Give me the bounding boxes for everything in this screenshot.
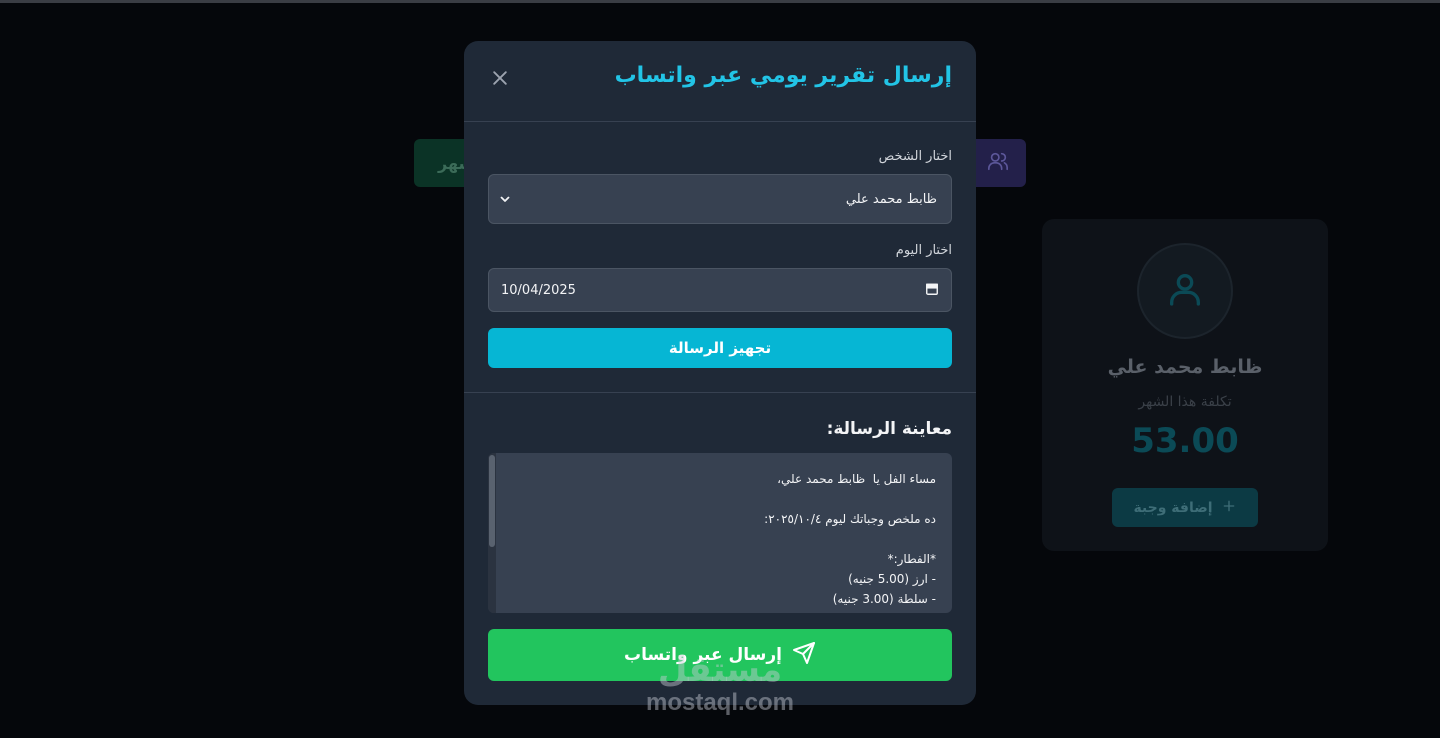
users-icon — [987, 150, 1009, 176]
prepare-message-button[interactable]: تجهيز الرسالة — [488, 328, 952, 368]
close-icon — [490, 68, 510, 92]
close-button[interactable] — [488, 68, 512, 92]
background-add-meal-label: إضافة وجبة — [1133, 499, 1213, 516]
plus-icon — [1221, 498, 1237, 518]
window-top-border — [0, 0, 1440, 3]
preview-line — [516, 489, 936, 509]
preview-scrollbar[interactable] — [488, 453, 496, 613]
preview-line — [516, 529, 936, 549]
section-divider — [464, 392, 976, 393]
background-people-button — [970, 139, 1026, 187]
page: شهر ظابط محمد علي تكلفة هذا الشهر 53.00 — [0, 0, 1440, 738]
person-select-value: ظابط محمد علي — [845, 191, 937, 207]
send-icon — [792, 641, 816, 669]
message-preview[interactable]: مساء الفل يا ظابط محمد علي، ده ملخص وجبا… — [488, 453, 952, 613]
preview-line: - سلطة (3.00 جنيه) — [832, 592, 936, 606]
modal-title: إرسال تقرير يومي عبر واتساب — [614, 63, 952, 88]
send-whatsapp-label: إرسال عبر واتساب — [624, 645, 782, 665]
background-card-amount: 53.00 — [1131, 421, 1239, 461]
background-add-meal-button: إضافة وجبة — [1112, 488, 1258, 527]
avatar — [1137, 243, 1233, 339]
preview-line: مساء الفل يا ظابط محمد علي، — [777, 472, 936, 486]
user-icon — [1165, 269, 1205, 313]
background-person-card: ظابط محمد علي تكلفة هذا الشهر 53.00 إضاف… — [1042, 219, 1328, 551]
background-card-subtitle: تكلفة هذا الشهر — [1138, 394, 1232, 410]
preview-scrollbar-thumb[interactable] — [489, 455, 495, 547]
person-select[interactable]: ظابط محمد علي — [488, 174, 952, 224]
calendar-icon[interactable] — [925, 281, 939, 300]
preview-line: ده ملخص وجباتك ليوم ٢٠٢٥/١٠/٤: — [764, 512, 936, 526]
chevron-down-icon — [499, 190, 511, 209]
send-whatsapp-button[interactable]: إرسال عبر واتساب — [488, 629, 952, 681]
background-card-name: ظابط محمد علي — [1107, 356, 1263, 378]
preview-line: *الفطار:* — [887, 552, 936, 566]
date-input-value: 10/04/2025 — [501, 282, 576, 298]
preview-text: مساء الفل يا ظابط محمد علي، ده ملخص وجبا… — [516, 469, 936, 609]
whatsapp-report-modal: إرسال تقرير يومي عبر واتساب اختار الشخص … — [464, 41, 976, 705]
preview-title: معاينة الرسالة: — [826, 419, 952, 439]
day-label: اختار اليوم — [895, 243, 952, 258]
preview-line: - ارز (5.00 جنيه) — [848, 572, 936, 586]
person-label: اختار الشخص — [878, 149, 952, 164]
header-divider — [464, 121, 976, 122]
date-input[interactable]: 10/04/2025 — [488, 268, 952, 312]
